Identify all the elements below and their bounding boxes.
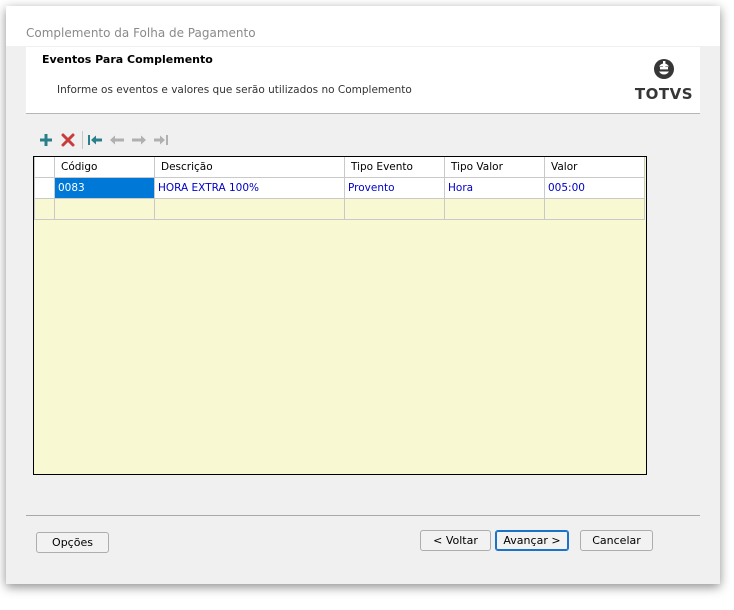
dialog-window: Complemento da Folha de Pagamento Evento… xyxy=(6,6,720,584)
table-row[interactable]: 0083 HORA EXTRA 100% Provento Hora 005:0… xyxy=(34,177,645,199)
arrow-left-icon xyxy=(110,135,124,145)
cell-tipo-valor-empty[interactable] xyxy=(444,198,545,220)
last-icon xyxy=(154,135,168,145)
events-table: Código Descrição Tipo Evento Tipo Valor … xyxy=(34,157,645,220)
page-subtitle: Informe os eventos e valores que serão u… xyxy=(57,84,412,96)
row-indicator[interactable] xyxy=(34,177,55,199)
title-bar: Complemento da Folha de Pagamento xyxy=(6,6,720,46)
back-button[interactable]: < Voltar xyxy=(420,530,491,551)
totvs-logo-icon xyxy=(654,59,674,79)
toolbar-separator xyxy=(82,131,83,149)
cell-codigo-empty[interactable] xyxy=(54,198,155,220)
arrow-right-icon xyxy=(132,135,146,145)
delete-row-button[interactable] xyxy=(58,130,78,150)
cell-tipo-evento-empty[interactable] xyxy=(344,198,445,220)
logo-text: TOTVS xyxy=(634,85,694,103)
column-header-codigo[interactable]: Código xyxy=(54,157,155,178)
column-header-tipo-valor[interactable]: Tipo Valor xyxy=(444,157,545,178)
footer-divider xyxy=(26,515,700,516)
row-indicator-header xyxy=(34,157,55,178)
cell-descricao-empty[interactable] xyxy=(154,198,345,220)
wizard-header: Eventos Para Complemento Informe os even… xyxy=(26,47,700,114)
cell-tipo-evento[interactable]: Provento xyxy=(344,177,445,199)
cancel-button[interactable]: Cancelar xyxy=(580,530,653,551)
add-row-button[interactable] xyxy=(36,130,56,150)
column-header-descricao[interactable]: Descrição xyxy=(154,157,345,178)
events-grid[interactable]: Código Descrição Tipo Evento Tipo Valor … xyxy=(33,156,647,475)
cell-tipo-valor[interactable]: Hora xyxy=(444,177,545,199)
next-record-button[interactable] xyxy=(129,130,149,150)
x-icon xyxy=(61,133,75,147)
cell-valor-empty[interactable] xyxy=(544,198,645,220)
cell-codigo[interactable]: 0083 xyxy=(54,177,155,199)
column-header-valor[interactable]: Valor xyxy=(544,157,645,178)
previous-record-button[interactable] xyxy=(107,130,127,150)
row-indicator[interactable] xyxy=(34,198,55,220)
table-row-new[interactable] xyxy=(34,198,645,220)
cell-descricao[interactable]: HORA EXTRA 100% xyxy=(154,177,345,199)
page-title: Eventos Para Complemento xyxy=(42,53,213,66)
first-icon xyxy=(88,135,102,145)
grid-toolbar xyxy=(36,130,173,150)
next-button[interactable]: Avançar > xyxy=(495,530,569,551)
table-header-row: Código Descrição Tipo Evento Tipo Valor … xyxy=(34,157,645,178)
plus-icon xyxy=(40,134,52,146)
last-record-button[interactable] xyxy=(151,130,171,150)
totvs-logo: TOTVS xyxy=(634,57,694,107)
window-title: Complemento da Folha de Pagamento xyxy=(26,26,256,40)
options-button[interactable]: Opções xyxy=(36,532,109,553)
cell-valor[interactable]: 005:00 xyxy=(544,177,645,199)
column-header-tipo-evento[interactable]: Tipo Evento xyxy=(344,157,445,178)
first-record-button[interactable] xyxy=(85,130,105,150)
